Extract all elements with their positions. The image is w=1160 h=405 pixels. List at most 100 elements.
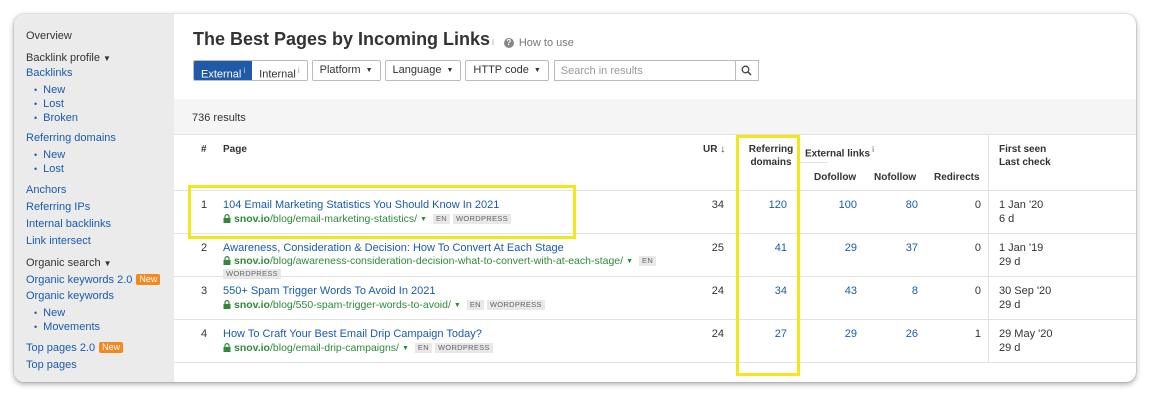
results-count: 736 results — [192, 112, 246, 124]
sidebar-item-top-pages-2[interactable]: Top pages 2.0 New — [26, 341, 174, 355]
language-dropdown[interactable]: Language ▼ — [384, 60, 462, 81]
row-number: 3 — [201, 285, 208, 297]
page-title-link[interactable]: How To Craft Your Best Email Drip Campai… — [223, 327, 482, 341]
info-icon[interactable]: i — [872, 145, 874, 154]
column-divider — [988, 277, 989, 319]
referring-domains-value[interactable]: 41 — [744, 241, 787, 255]
chevron-down-icon: ▼ — [446, 67, 454, 74]
url-dropdown-icon[interactable]: ▼ — [402, 345, 409, 352]
col-referring-domains[interactable]: Referring domains — [741, 143, 801, 169]
col-label: First seen — [999, 144, 1047, 155]
col-nofollow[interactable]: Nofollow — [874, 171, 916, 184]
sidebar-item-top-pages[interactable]: Top pages — [26, 358, 174, 372]
referring-domains-value[interactable]: 27 — [744, 327, 787, 341]
link-type-toggle: External i Internal i — [193, 60, 308, 81]
tab-external[interactable]: External i — [194, 61, 253, 80]
platform-dropdown[interactable]: Platform ▼ — [311, 60, 381, 81]
sidebar-item-backlinks-lost[interactable]: Lost — [26, 97, 174, 111]
sidebar-item-anchors[interactable]: Anchors — [26, 183, 174, 197]
dofollow-value[interactable]: 29 — [814, 327, 857, 341]
page-title-link[interactable]: 104 Email Marketing Statistics You Shoul… — [223, 198, 499, 212]
dofollow-value[interactable]: 29 — [814, 241, 857, 255]
sidebar-item-organic-keywords-movements[interactable]: Movements — [26, 320, 174, 334]
nofollow-value[interactable]: 8 — [875, 284, 918, 298]
info-icon[interactable]: i — [492, 38, 494, 47]
nofollow-value[interactable]: 80 — [875, 198, 918, 212]
url-dropdown-icon[interactable]: ▼ — [420, 216, 427, 223]
chevron-down-icon: ▼ — [533, 67, 541, 74]
referring-domains-value[interactable]: 34 — [744, 284, 787, 298]
url-domain[interactable]: snov.io — [234, 213, 270, 225]
sidebar-section-label: Backlink profile — [26, 52, 100, 64]
url-domain[interactable]: snov.io — [234, 342, 270, 354]
url-path[interactable]: /blog/email-marketing-statistics/ — [270, 213, 417, 225]
question-icon: ? — [503, 38, 514, 48]
sidebar-item-backlinks[interactable]: Backlinks — [26, 66, 174, 80]
page-url: snov.io/blog/email-marketing-statistics/… — [223, 212, 511, 227]
arrow-down-icon: ↓ — [717, 144, 726, 155]
sidebar-item-backlinks-broken[interactable]: Broken — [26, 111, 174, 125]
col-page[interactable]: Page — [223, 143, 247, 156]
col-label: domains — [750, 157, 792, 168]
sidebar-section-backlink-profile[interactable]: Backlink profile ▼ — [26, 51, 174, 66]
last-check-value: 6 d — [999, 213, 1015, 225]
sidebar-item-link-intersect[interactable]: Link intersect — [26, 234, 174, 248]
last-check-value: 29 d — [999, 342, 1021, 354]
search-button[interactable] — [734, 60, 759, 81]
col-label: Referring — [748, 144, 794, 155]
lock-icon — [223, 256, 231, 265]
column-divider — [988, 320, 989, 362]
search-icon — [741, 65, 752, 76]
nofollow-value[interactable]: 26 — [875, 327, 918, 341]
dofollow-value[interactable]: 43 — [814, 284, 857, 298]
col-first-seen[interactable]: First seen Last check — [999, 143, 1051, 169]
redirects-value: 0 — [974, 285, 981, 297]
referring-domains-value[interactable]: 120 — [744, 198, 787, 212]
page-title: The Best Pages by Incoming Links — [193, 29, 491, 49]
column-divider — [988, 135, 989, 190]
redirects-value: 0 — [974, 242, 981, 254]
dropdown-label: HTTP code — [473, 64, 529, 76]
search-input[interactable] — [553, 60, 735, 81]
sidebar-item-internal-backlinks[interactable]: Internal backlinks — [26, 217, 174, 231]
sidebar-item-overview[interactable]: Overview — [26, 29, 174, 43]
col-external-links: External links i — [805, 143, 874, 160]
page-url: snov.io/blog/email-drip-campaigns/▼ EN WOR… — [223, 341, 493, 356]
url-domain[interactable]: snov.io — [234, 299, 270, 311]
url-path[interactable]: /blog/550-spam-trigger-words-to-avoid/ — [270, 299, 451, 311]
page-title-link[interactable]: 550+ Spam Trigger Words To Avoid In 2021 — [223, 284, 436, 298]
col-dofollow[interactable]: Dofollow — [814, 171, 856, 184]
table-row: 3 550+ Spam Trigger Words To Avoid In 20… — [174, 277, 1136, 320]
sidebar-item-backlinks-new[interactable]: New — [26, 83, 174, 97]
platform-tag: WORDPRESS — [434, 343, 493, 353]
sidebar-item-organic-keywords-new[interactable]: New — [26, 306, 174, 320]
last-check-value: 29 d — [999, 299, 1021, 311]
sidebar-item-referring-domains-new[interactable]: New — [26, 148, 174, 162]
info-icon: i — [243, 66, 246, 75]
redirects-value: 1 — [974, 328, 981, 340]
dofollow-value[interactable]: 100 — [814, 198, 857, 212]
dropdown-label: Language — [392, 64, 442, 76]
sidebar-item-referring-domains[interactable]: Referring domains — [26, 131, 174, 145]
first-seen-value: 30 Sep '20 — [999, 285, 1052, 297]
info-icon: i — [297, 66, 300, 75]
search-box — [553, 60, 759, 81]
col-redirects[interactable]: Redirects — [934, 171, 980, 184]
http-code-dropdown[interactable]: HTTP code ▼ — [465, 60, 549, 81]
page-title-link[interactable]: Awareness, Consideration & Decision: How… — [223, 241, 564, 255]
sidebar-section-organic-search[interactable]: Organic search ▼ — [26, 256, 174, 271]
sidebar-item-referring-domains-lost[interactable]: Lost — [26, 162, 174, 176]
url-path[interactable]: /blog/email-drip-campaigns/ — [270, 342, 399, 354]
lock-icon — [223, 343, 231, 352]
sidebar-item-referring-ips[interactable]: Referring IPs — [26, 200, 174, 214]
col-ur[interactable]: UR ↓ — [703, 143, 725, 156]
nofollow-value[interactable]: 37 — [875, 241, 918, 255]
url-domain[interactable]: snov.io — [234, 255, 270, 267]
sidebar-item-organic-keywords[interactable]: Organic keywords — [26, 289, 174, 303]
url-dropdown-icon[interactable]: ▼ — [626, 258, 633, 265]
url-path[interactable]: /blog/awareness-consideration-decision-w… — [270, 255, 623, 267]
url-dropdown-icon[interactable]: ▼ — [454, 302, 461, 309]
sidebar-item-organic-keywords-2[interactable]: Organic keywords 2.0 New — [26, 273, 174, 287]
tab-internal[interactable]: Internal i — [252, 61, 307, 80]
how-to-use-link[interactable]: ? How to use — [503, 37, 574, 49]
